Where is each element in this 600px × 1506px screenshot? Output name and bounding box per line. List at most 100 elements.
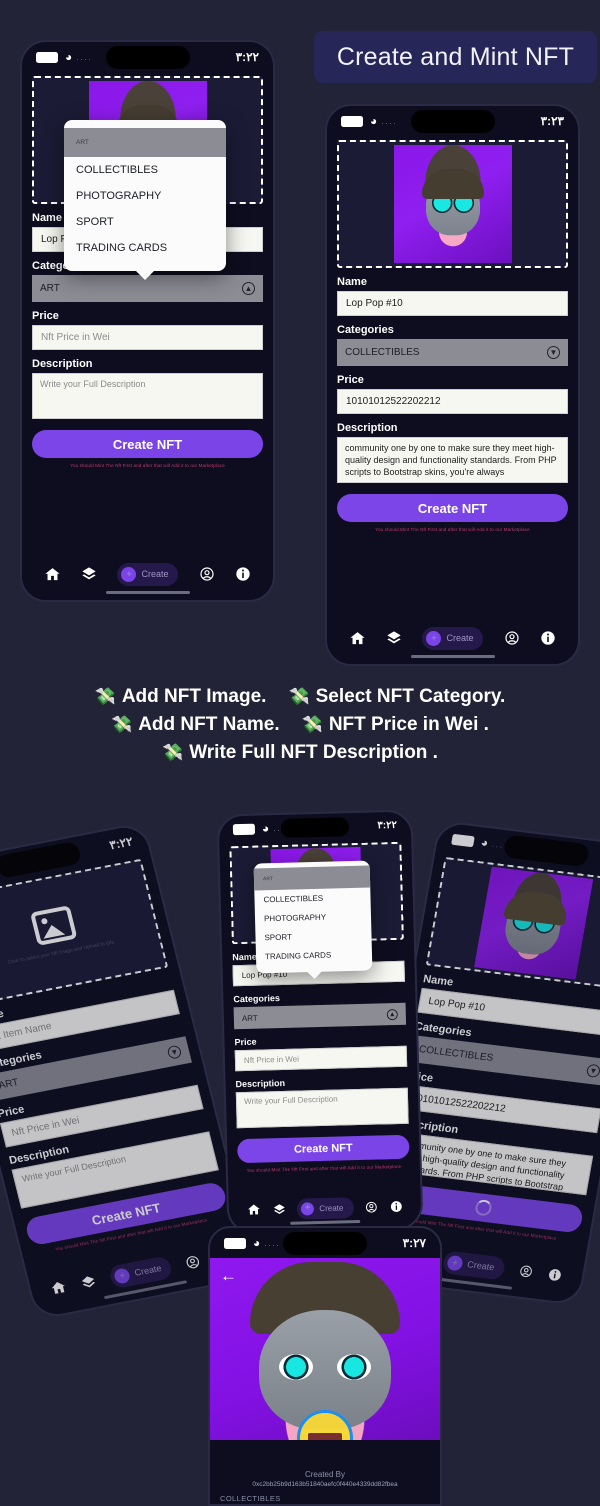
categories-select-value: ART	[40, 283, 60, 294]
dropdown-option-4[interactable]: TRADING CARDS	[64, 235, 226, 261]
description-input[interactable]: Write your Full Description	[32, 373, 263, 419]
categories-select-value: ART	[0, 1077, 20, 1092]
home-indicator	[410, 655, 495, 658]
money-wings-icon: 💸	[288, 687, 310, 706]
home-icon[interactable]	[49, 1278, 69, 1297]
dropdown-option-0[interactable]: ART	[64, 128, 226, 157]
price-label: Price	[32, 310, 59, 322]
plus-icon: +	[113, 1266, 132, 1285]
nft-artwork	[474, 866, 594, 980]
create-nft-label: Create NFT	[417, 500, 488, 516]
info-icon[interactable]	[540, 630, 556, 646]
chevron-down-icon[interactable]: ▼	[585, 1063, 600, 1079]
wifi-icon: ◕	[65, 50, 73, 64]
money-wings-icon: 💸	[94, 687, 116, 706]
signal-dots: ....	[76, 52, 93, 62]
nft-image-dropzone[interactable]	[425, 856, 600, 990]
layers-icon[interactable]	[272, 1202, 285, 1215]
create-nft-button[interactable]: Create NFT	[337, 494, 568, 522]
image-hint: Click To select your Nft Image and Uploa…	[7, 939, 115, 966]
price-input[interactable]: Nft Price in Wei	[234, 1045, 408, 1072]
battery-icon	[224, 1237, 246, 1249]
chevron-down-icon[interactable]: ▼	[166, 1044, 183, 1060]
notch	[105, 46, 190, 69]
account-icon[interactable]	[184, 1253, 202, 1270]
name-input[interactable]: Lop Pop #10	[337, 291, 568, 316]
create-nav-button[interactable]: + Create	[117, 562, 179, 586]
home-icon[interactable]	[247, 1203, 261, 1217]
loading-spinner-icon	[474, 1198, 493, 1217]
battery-icon	[451, 833, 475, 847]
creator-address[interactable]: 0xc2bb25b9d163b51840aefc0f440e4339dd82fb…	[210, 1481, 440, 1488]
home-icon[interactable]	[349, 630, 366, 647]
chevron-up-icon[interactable]: ▲	[242, 282, 255, 295]
status-time: ٣:٢٣	[540, 114, 564, 128]
create-nav-button[interactable]: + Create	[422, 626, 484, 650]
chevron-up-icon[interactable]: ▲	[386, 1008, 398, 1020]
creator-avatar[interactable]	[297, 1410, 353, 1440]
account-icon[interactable]	[365, 1200, 378, 1213]
home-icon[interactable]	[44, 566, 61, 583]
dropdown-option-1[interactable]: COLLECTIBLES	[64, 157, 226, 183]
status-time: ٣:٢٢	[235, 50, 259, 64]
notch	[502, 834, 591, 868]
money-wings-icon: 💸	[301, 715, 323, 734]
status-bar-right: ◕ .... ٣:٢٣	[327, 106, 578, 136]
wifi-icon: ◕	[370, 114, 378, 128]
price-input[interactable]: 10101012522202212	[337, 389, 568, 414]
create-nft-button[interactable]: Create NFT	[237, 1134, 410, 1164]
signal-dots: ....	[264, 1238, 281, 1248]
create-nft-label: Create NFT	[90, 1199, 162, 1228]
status-time: ٣:٢٢	[377, 819, 398, 831]
account-icon[interactable]	[504, 630, 520, 646]
dropdown-option-2[interactable]: PHOTOGRAPHY	[64, 183, 226, 209]
create-nav-button[interactable]: + Create	[441, 1249, 507, 1280]
created-by-block: Created By 0xc2bb25b9d163b51840aefc0f440…	[210, 1470, 440, 1488]
wifi-icon: ◕	[479, 835, 490, 851]
layers-icon[interactable]	[81, 566, 97, 582]
poster-stage: Create and Mint NFT ◕ .... ٣:٢٢ Name Lop…	[0, 0, 600, 1506]
dropdown-option-4[interactable]: TRADING CARDS	[256, 944, 372, 966]
price-placeholder: Nft Price in Wei	[243, 1054, 300, 1066]
nft-image-dropzone[interactable]	[337, 140, 568, 268]
categories-select-value: ART	[241, 1013, 258, 1023]
layers-icon[interactable]	[80, 1273, 98, 1290]
price-placeholder: Nft Price in Wei	[41, 332, 110, 343]
account-icon[interactable]	[518, 1264, 534, 1279]
sunglasses-icon	[308, 1433, 342, 1440]
name-label: Name	[337, 276, 367, 288]
info-icon[interactable]	[547, 1267, 563, 1282]
dropdown-option-3[interactable]: SPORT	[64, 209, 226, 235]
back-arrow-icon[interactable]: ←	[220, 1266, 237, 1286]
price-input-value: 10101012522202212	[410, 1092, 507, 1115]
chevron-down-icon[interactable]: ▼	[547, 346, 560, 359]
feature-list: 💸 Add NFT Image. 💸 Select NFT Category. …	[0, 686, 600, 804]
description-label: Description	[337, 422, 398, 434]
create-nav-button[interactable]: + Create	[297, 1196, 354, 1220]
categories-label: Categories	[337, 324, 394, 336]
dropdown-option-0[interactable]: ART	[253, 865, 371, 891]
info-icon[interactable]	[390, 1199, 403, 1212]
description-input[interactable]: community one by one to make sure they m…	[337, 437, 568, 483]
mint-warning: You should Mint The Nft First and after …	[246, 1163, 402, 1173]
description-placeholder: Write your Full Description	[243, 1094, 338, 1107]
money-wings-icon: 💸	[162, 743, 184, 762]
account-icon[interactable]	[199, 566, 215, 582]
eye-right	[337, 1354, 371, 1380]
create-nft-button[interactable]: Create NFT	[32, 430, 263, 458]
info-icon[interactable]	[235, 566, 251, 582]
categories-dropdown-left[interactable]: ART COLLECTIBLES PHOTOGRAPHY SPORT TRADI…	[64, 120, 226, 280]
name-input-value: Lop Pop #10	[346, 298, 403, 309]
description-input[interactable]: Write your Full Description	[235, 1087, 409, 1129]
home-indicator	[105, 591, 190, 594]
categories-select[interactable]: ART ▲	[233, 1002, 407, 1030]
plus-icon: +	[121, 566, 137, 582]
layers-icon[interactable]	[386, 630, 402, 646]
categories-dropdown-mid[interactable]: ART COLLECTIBLES PHOTOGRAPHY SPORT TRADI…	[253, 860, 373, 980]
description-label: Description	[32, 358, 93, 370]
categories-select[interactable]: COLLECTIBLES ▼	[337, 339, 568, 366]
plus-icon: +	[446, 1254, 464, 1271]
created-by-label: Created By	[304, 1470, 346, 1479]
create-nav-label: Create	[319, 1202, 344, 1213]
price-input[interactable]: Nft Price in Wei	[32, 325, 263, 350]
